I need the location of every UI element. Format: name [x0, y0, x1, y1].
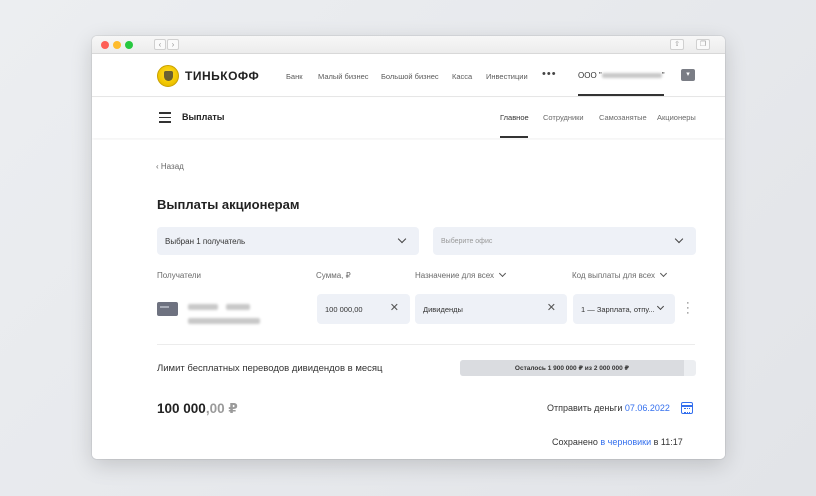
- tab-main[interactable]: Главное: [500, 113, 529, 122]
- nav-investments[interactable]: Инвестиции: [486, 72, 528, 81]
- divider: [157, 344, 695, 345]
- payout-code-select[interactable]: 1 — Зарплата, отпу...: [573, 294, 675, 324]
- total-amount: 100 000,00 ₽: [157, 401, 238, 417]
- column-amount: Сумма, ₽: [316, 271, 351, 280]
- main-content: ‹ Назад Выплаты акционерам Выбран 1 полу…: [92, 140, 725, 459]
- minimize-window-button[interactable]: [113, 41, 121, 49]
- recipient-select[interactable]: Выбран 1 получатель: [157, 227, 419, 255]
- send-date-row: Отправить деньги 07.06.2022: [547, 403, 670, 413]
- drafts-link[interactable]: в черновики: [600, 437, 651, 447]
- limit-progress-text: Осталось 1 900 000 ₽ из 2 000 000 ₽: [514, 365, 630, 372]
- row-more-icon[interactable]: · · ·: [686, 298, 690, 319]
- tabs-icon[interactable]: ❐: [696, 39, 710, 50]
- draft-saved-status: Сохранено в черновики в 11:17: [552, 437, 683, 447]
- company-name-redacted: [601, 73, 662, 79]
- page-title: Выплаты акционерам: [157, 197, 300, 212]
- company-underline: [578, 94, 664, 96]
- chevron-down-icon: [656, 302, 665, 311]
- chevron-down-icon: [674, 234, 684, 244]
- close-window-button[interactable]: [101, 41, 109, 49]
- brand-name: ТИНЬКОФФ: [185, 69, 260, 83]
- back-link[interactable]: ‹ Назад: [156, 162, 184, 171]
- payout-code-value: 1 — Зарплата, отпу...: [581, 305, 655, 314]
- brand-logo[interactable]: ТИНЬКОФФ: [157, 65, 259, 87]
- section-header: Выплаты Главное Сотрудники Самозанятые А…: [92, 98, 725, 138]
- column-purpose-label: Назначение для всех: [415, 271, 494, 280]
- send-date-link[interactable]: 07.06.2022: [625, 403, 670, 413]
- tab-self-employed[interactable]: Самозанятые: [599, 113, 647, 122]
- nav-large-business[interactable]: Большой бизнес: [381, 72, 439, 81]
- column-payout-code[interactable]: Код выплаты для всех: [572, 269, 668, 280]
- chevron-down-icon: [660, 269, 668, 278]
- saved-prefix: Сохранено: [552, 437, 598, 447]
- total-decimal: ,00: [205, 401, 225, 416]
- clear-icon[interactable]: ✕: [390, 302, 399, 314]
- limit-label: Лимит бесплатных переводов дивидендов в …: [157, 363, 383, 374]
- column-payout-code-label: Код выплаты для всех: [572, 271, 656, 280]
- limit-progress-bar: Осталось 1 900 000 ₽ из 2 000 000 ₽: [460, 360, 696, 376]
- bank-card-icon: [157, 302, 178, 316]
- total-integer: 100 000: [157, 401, 206, 416]
- company-selector[interactable]: ООО " ": [578, 71, 665, 80]
- saved-time: в 11:17: [653, 437, 683, 447]
- total-currency: ₽: [224, 401, 238, 416]
- share-icon[interactable]: ⇧: [670, 39, 684, 50]
- column-recipients: Получатели: [157, 271, 202, 280]
- window-titlebar: ‹ › ⇧ ❐: [92, 36, 725, 54]
- tinkoff-shield-icon: [157, 65, 179, 87]
- column-purpose[interactable]: Назначение для всех: [415, 269, 507, 280]
- purpose-input[interactable]: Дивиденды ✕: [415, 294, 567, 324]
- nav-bank[interactable]: Банк: [286, 72, 303, 81]
- recipient-account-redacted: [188, 312, 260, 330]
- company-prefix: ООО ": [578, 71, 602, 80]
- browser-back-icon[interactable]: ‹: [154, 39, 166, 50]
- recipient-select-value: Выбран 1 получатель: [165, 237, 246, 246]
- nav-kassa[interactable]: Касса: [452, 72, 472, 81]
- chevron-down-icon: [498, 269, 507, 278]
- profile-dropdown-icon[interactable]: ▾: [681, 69, 695, 81]
- tab-employees[interactable]: Сотрудники: [543, 113, 584, 122]
- calendar-icon[interactable]: [681, 402, 693, 414]
- active-tab-indicator: [500, 136, 528, 138]
- nav-small-business[interactable]: Малый бизнес: [318, 72, 369, 81]
- back-label: Назад: [160, 162, 184, 171]
- section-title: Выплаты: [182, 112, 225, 122]
- office-select-placeholder: Выберите офис: [441, 238, 493, 245]
- company-suffix: ": [661, 71, 665, 80]
- hamburger-menu-icon[interactable]: [159, 112, 171, 123]
- browser-forward-icon[interactable]: ›: [167, 39, 179, 50]
- amount-value: 100 000,00: [325, 305, 363, 314]
- site-header: ТИНЬКОФФ Банк Малый бизнес Большой бизне…: [92, 55, 725, 97]
- browser-window: ‹ › ⇧ ❐ ТИНЬКОФФ Банк Малый бизнес Больш…: [92, 36, 725, 459]
- amount-input[interactable]: 100 000,00 ✕: [317, 294, 410, 324]
- chevron-down-icon: [397, 234, 407, 244]
- send-label: Отправить деньги: [547, 403, 623, 413]
- clear-icon[interactable]: ✕: [547, 302, 556, 314]
- office-select[interactable]: Выберите офис: [433, 227, 696, 255]
- maximize-window-button[interactable]: [125, 41, 133, 49]
- more-menu-icon[interactable]: •••: [542, 68, 557, 80]
- purpose-value: Дивиденды: [423, 305, 463, 314]
- tab-shareholders[interactable]: Акционеры: [657, 113, 696, 122]
